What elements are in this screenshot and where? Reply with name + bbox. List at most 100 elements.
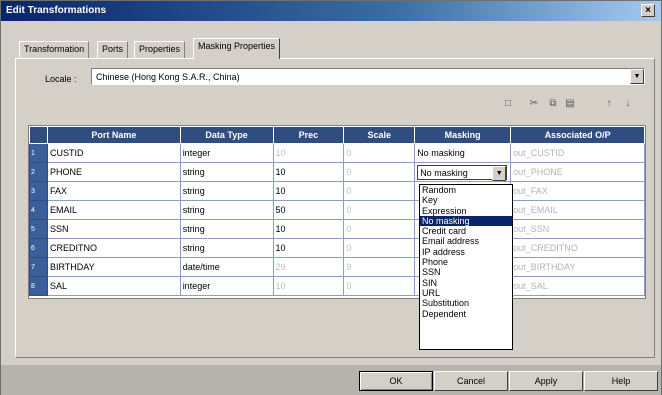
data-type-cell[interactable]: string <box>179 238 274 258</box>
row-number[interactable]: 6 <box>29 238 48 258</box>
prec-cell[interactable]: 10 <box>272 219 345 239</box>
tab-masking-properties[interactable]: Masking Properties <box>193 38 281 59</box>
masking-option-sin[interactable]: SIN <box>420 278 512 288</box>
chevron-down-icon[interactable]: ▼ <box>492 165 507 181</box>
scale-cell[interactable]: 9 <box>343 257 416 277</box>
new-field-icon[interactable]: □ <box>501 97 515 110</box>
output-cell[interactable]: out_CUSTID <box>510 143 645 163</box>
column-header-scale[interactable]: Scale <box>343 126 416 144</box>
cut-icon[interactable]: ✂ <box>527 97 541 110</box>
row-number[interactable]: 1 <box>29 143 48 163</box>
column-header-associated-output[interactable]: Associated O/P <box>510 126 645 144</box>
table-row[interactable]: 7 BIRTHDAY date/time 29 9 out_BIRTHDAY <box>29 257 645 277</box>
port-name-cell[interactable]: SAL <box>46 276 181 296</box>
help-button[interactable]: Help <box>584 371 658 391</box>
paste-icon[interactable]: ▤ <box>563 97 577 110</box>
port-name-cell[interactable]: EMAIL <box>46 200 181 220</box>
prec-cell[interactable]: 10 <box>272 238 345 258</box>
masking-cell[interactable]: No masking <box>414 143 512 163</box>
masking-cell[interactable]: No masking ▼ <box>414 162 512 182</box>
scale-cell[interactable]: 0 <box>343 219 416 239</box>
scale-cell[interactable]: 0 <box>343 162 416 182</box>
table-row[interactable]: 1 CUSTID integer 10 0 No masking out_CUS… <box>29 143 645 163</box>
port-name-cell[interactable]: PHONE <box>46 162 181 182</box>
prec-cell[interactable]: 10 <box>272 143 345 163</box>
close-icon[interactable]: × <box>641 4 655 17</box>
row-number[interactable]: 2 <box>29 162 48 182</box>
locale-select[interactable]: Chinese (Hong Kong S.A.R., China) ▼ <box>91 68 645 85</box>
port-name-cell[interactable]: SSN <box>46 219 181 239</box>
masking-option-dependent[interactable]: Dependent <box>420 309 512 319</box>
prec-cell[interactable]: 10 <box>272 181 345 201</box>
port-name-cell[interactable]: CREDITNO <box>46 238 181 258</box>
table-row[interactable]: 8 SAL integer 10 0 out_SAL <box>29 276 645 296</box>
masking-option-substitution[interactable]: Substitution <box>420 298 512 308</box>
cancel-button[interactable]: Cancel <box>434 371 508 391</box>
column-header-masking[interactable]: Masking <box>414 126 512 144</box>
masking-option-no-masking[interactable]: No masking <box>420 215 512 227</box>
prec-cell[interactable]: 10 <box>272 276 345 296</box>
scale-cell[interactable]: 0 <box>343 181 416 201</box>
title-bar: Edit Transformations × <box>1 1 661 21</box>
tab-ports[interactable]: Ports <box>97 41 129 58</box>
table-row[interactable]: 6 CREDITNO string 10 0 out_CREDITNO <box>29 238 645 258</box>
output-cell[interactable]: out_PHONE <box>510 162 645 182</box>
masking-option-phone[interactable]: Phone <box>420 257 512 267</box>
table-row[interactable]: 3 FAX string 10 0 out_FAX <box>29 181 645 201</box>
chevron-down-icon[interactable]: ▼ <box>630 69 644 84</box>
move-down-icon[interactable]: ↓ <box>621 97 635 110</box>
masking-option-credit-card[interactable]: Credit card <box>420 226 512 236</box>
table-row[interactable]: 5 SSN string 10 0 out_SSN <box>29 219 645 239</box>
column-header-data-type[interactable]: Data Type <box>179 126 274 144</box>
port-name-cell[interactable]: BIRTHDAY <box>46 257 181 277</box>
masking-option-key[interactable]: Key <box>420 195 512 205</box>
data-type-cell[interactable]: integer <box>179 143 274 163</box>
row-number[interactable]: 8 <box>29 276 48 296</box>
data-type-cell[interactable]: string <box>179 181 274 201</box>
masking-option-ip-address[interactable]: IP address <box>420 247 512 257</box>
masking-option-random[interactable]: Random <box>420 185 512 195</box>
column-header-prec[interactable]: Prec <box>272 126 345 144</box>
tab-transformation[interactable]: Transformation <box>19 41 90 58</box>
masking-combo-value: No masking <box>420 167 468 178</box>
table-row[interactable]: 4 EMAIL string 50 0 out_EMAIL <box>29 200 645 220</box>
data-type-cell[interactable]: string <box>179 162 274 182</box>
scale-cell[interactable]: 0 <box>343 200 416 220</box>
data-type-cell[interactable]: string <box>179 200 274 220</box>
masking-combo[interactable]: No masking ▼ <box>417 164 508 181</box>
masking-dropdown-list[interactable]: Random Key Expression No masking Credit … <box>419 184 513 350</box>
masking-option-expression[interactable]: Expression <box>420 206 512 216</box>
output-cell[interactable]: out_EMAIL <box>510 200 645 220</box>
grid-header-row: Port Name Data Type Prec Scale Masking A… <box>29 126 645 144</box>
prec-cell[interactable]: 50 <box>272 200 345 220</box>
data-type-cell[interactable]: string <box>179 219 274 239</box>
column-header-port-name[interactable]: Port Name <box>46 126 181 144</box>
move-up-icon[interactable]: ↑ <box>602 97 616 110</box>
output-cell[interactable]: out_BIRTHDAY <box>510 257 645 277</box>
scale-cell[interactable]: 0 <box>343 143 416 163</box>
scale-cell[interactable]: 0 <box>343 276 416 296</box>
prec-cell[interactable]: 10 <box>272 162 345 182</box>
table-row[interactable]: 2 PHONE string 10 0 No masking ▼ out_PHO… <box>29 162 645 182</box>
data-type-cell[interactable]: date/time <box>179 257 274 277</box>
output-cell[interactable]: out_CREDITNO <box>510 238 645 258</box>
data-type-cell[interactable]: integer <box>179 276 274 296</box>
output-cell[interactable]: out_FAX <box>510 181 645 201</box>
row-number[interactable]: 4 <box>29 200 48 220</box>
masking-option-url[interactable]: URL <box>420 288 512 298</box>
row-number[interactable]: 7 <box>29 257 48 277</box>
prec-cell[interactable]: 29 <box>272 257 345 277</box>
scale-cell[interactable]: 0 <box>343 238 416 258</box>
row-number[interactable]: 5 <box>29 219 48 239</box>
tab-properties[interactable]: Properties <box>134 41 186 58</box>
masking-option-email-address[interactable]: Email address <box>420 236 512 246</box>
ok-button[interactable]: OK <box>359 371 433 391</box>
port-name-cell[interactable]: CUSTID <box>46 143 181 163</box>
row-number[interactable]: 3 <box>29 181 48 201</box>
apply-button[interactable]: Apply <box>509 371 583 391</box>
copy-icon[interactable]: ⧉ <box>546 97 560 110</box>
output-cell[interactable]: out_SSN <box>510 219 645 239</box>
output-cell[interactable]: out_SAL <box>510 276 645 296</box>
port-name-cell[interactable]: FAX <box>46 181 181 201</box>
masking-option-ssn[interactable]: SSN <box>420 267 512 277</box>
